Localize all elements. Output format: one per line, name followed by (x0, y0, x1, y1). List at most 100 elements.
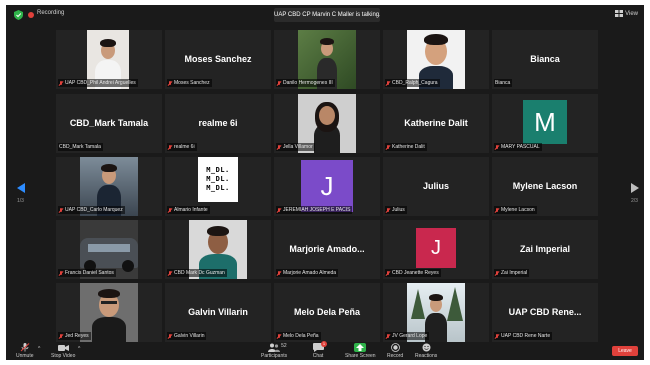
audio-options-caret-icon[interactable]: ^ (38, 346, 40, 352)
participant-avatar: J (301, 160, 353, 212)
participant-tile[interactable]: Jella Villamor (274, 94, 380, 153)
muted-mic-icon (277, 207, 281, 213)
muted-mic-icon (59, 270, 63, 276)
participant-name-label: Moses Sanchez (167, 79, 212, 87)
muted-mic-icon (386, 333, 390, 339)
participant-tile[interactable]: CBD Mark Dc Guzman (165, 220, 271, 279)
muted-mic-icon (386, 207, 390, 213)
participant-tile[interactable]: CBD_Ralph_Cagura (383, 30, 489, 89)
chat-button[interactable]: 1 Chat (312, 341, 327, 359)
participant-name-label: Bianca (494, 79, 513, 87)
participant-tile[interactable]: Katherine Dalit Katherine Dalit (383, 94, 489, 153)
participant-tile[interactable]: UAP CBD_Phil Andrei Arguelles (56, 30, 162, 89)
participant-tile[interactable]: Julius Julius (383, 157, 489, 216)
participant-tile[interactable]: UAP CBD Rene... UAP CBD Rene Narte (492, 283, 598, 342)
participant-name-label: Galvin Villarin (167, 332, 207, 340)
participant-tile[interactable]: Bianca Bianca (492, 30, 598, 89)
smiley-reaction-icon (422, 343, 431, 352)
stop-video-label: Stop Video (51, 353, 76, 359)
share-screen-button[interactable]: Share Screen (345, 343, 376, 359)
participant-tile[interactable]: UAP CBD_Carlo Marquez (56, 157, 162, 216)
next-page-arrow-icon[interactable] (630, 183, 640, 193)
participant-tile[interactable]: Moses Sanchez Moses Sanchez (165, 30, 271, 89)
participant-display-name: realme 6i (198, 118, 238, 128)
stop-video-button[interactable]: Stop Video (51, 343, 75, 359)
muted-mic-icon (277, 270, 281, 276)
participant-display-name: Mylene Lacson (512, 181, 578, 191)
muted-mic-icon (277, 144, 281, 150)
participants-button[interactable]: 52 Participants (261, 343, 287, 359)
participant-tile[interactable]: CBD_Mark Tamala CBD_Mark Tamala (56, 94, 162, 153)
share-screen-arrow-icon (356, 344, 365, 351)
chat-unread-badge: 1 (321, 341, 327, 347)
muted-mic-icon (495, 333, 499, 339)
participant-name-label: CBD Mark Dc Guzman (167, 269, 227, 277)
muted-mic-icon (386, 80, 390, 86)
security-shield-icon[interactable] (14, 10, 23, 20)
muted-mic-icon (386, 270, 390, 276)
participant-display-name: Galvin Villarin (188, 307, 248, 317)
participant-name-label: JEREMIAH JOSEPH E PACIS (276, 206, 353, 214)
participant-name-label: UAP CBD_Carlo Marquez (58, 206, 125, 214)
muted-mic-icon (495, 270, 499, 276)
participant-logo: M_DL. M_DL. M_DL. (198, 157, 238, 202)
participants-label: Participants (261, 353, 288, 359)
muted-mic-icon (495, 207, 499, 213)
grid-view-icon (615, 10, 624, 17)
participants-count: 52 (281, 343, 287, 349)
record-button[interactable]: Record (387, 343, 403, 359)
unmute-label: Unmute (16, 353, 34, 359)
participant-tile[interactable]: Mylene Lacson Mylene Lacson (492, 157, 598, 216)
participant-tile[interactable]: Melo Dela Peña Melo Dela Peña (274, 283, 380, 342)
top-bar: Recording UAP CBD CP Marvin C Maller is … (6, 5, 644, 25)
muted-mic-icon (168, 144, 172, 150)
participant-tile[interactable]: realme 6i realme 6i (165, 94, 271, 153)
video-options-caret-icon[interactable]: ^ (78, 346, 80, 352)
meeting-toolbar: Unmute ^ Stop Video ^ 52 Participants 1 … (6, 341, 644, 360)
muted-mic-icon (59, 207, 63, 213)
view-button[interactable]: View (615, 10, 638, 17)
participant-name-label: CBD_Mark Tamala (58, 143, 103, 151)
participant-name-label: JV Gerard Lope (385, 332, 430, 340)
participant-name-label: CBD Jeanette Reyes (385, 269, 441, 277)
participant-display-name: UAP CBD Rene... (508, 307, 582, 317)
reactions-button[interactable]: Reactions (415, 343, 437, 359)
participant-avatar: M (523, 100, 567, 144)
participant-tile[interactable]: Francis Daniel Santos (56, 220, 162, 279)
video-camera-icon (57, 344, 69, 351)
muted-mic-icon (386, 144, 390, 150)
participant-tile[interactable]: Marjorie Amado... Marjorie Amado Almeda (274, 220, 380, 279)
participants-icon (268, 343, 281, 352)
leave-meeting-button[interactable]: Leave (612, 346, 638, 356)
participant-display-name: Bianca (530, 54, 560, 64)
participant-name-label: Melo Dela Peña (276, 332, 321, 340)
participant-name-label: Almario Infante (167, 206, 210, 214)
participant-avatar: J (416, 228, 456, 268)
muted-mic-icon (495, 144, 499, 150)
participant-tile[interactable]: M MARY PASCUAL (492, 94, 598, 153)
participant-tile[interactable]: Zai Imperial Zai Imperial (492, 220, 598, 279)
participant-name-label: Zai Imperial (494, 269, 530, 277)
participant-display-name: Julius (422, 181, 449, 191)
chat-label: Chat (312, 353, 324, 359)
participant-name-label: MARY PASCUAL (494, 143, 542, 151)
muted-mic-icon (168, 207, 172, 213)
muted-mic-icon (59, 333, 63, 339)
participant-name-label: Danilo Hermogenes III (276, 79, 335, 87)
participant-tile[interactable]: J CBD Jeanette Reyes (383, 220, 489, 279)
participant-tile[interactable]: Jed Reyes (56, 283, 162, 342)
participant-name-label: Katherine Dalit (385, 143, 427, 151)
participant-tile[interactable]: M_DL. M_DL. M_DL. Almario Infante (165, 157, 271, 216)
recording-indicator-icon (28, 12, 34, 18)
unmute-button[interactable]: Unmute (16, 343, 34, 359)
previous-page-arrow-icon[interactable] (16, 183, 26, 193)
participant-tile[interactable]: J JEREMIAH JOSEPH E PACIS (274, 157, 380, 216)
participant-name-label: CBD_Ralph_Cagura (385, 79, 440, 87)
participant-name-label: Mylene Lacson (494, 206, 537, 214)
participant-name-label: Jella Villamor (276, 143, 315, 151)
participant-tile[interactable]: JV Gerard Lope (383, 283, 489, 342)
participant-tile[interactable]: Galvin Villarin Galvin Villarin (165, 283, 271, 342)
muted-mic-icon (168, 333, 172, 339)
share-screen-label: Share Screen (345, 353, 376, 359)
participant-tile[interactable]: Danilo Hermogenes III (274, 30, 380, 89)
